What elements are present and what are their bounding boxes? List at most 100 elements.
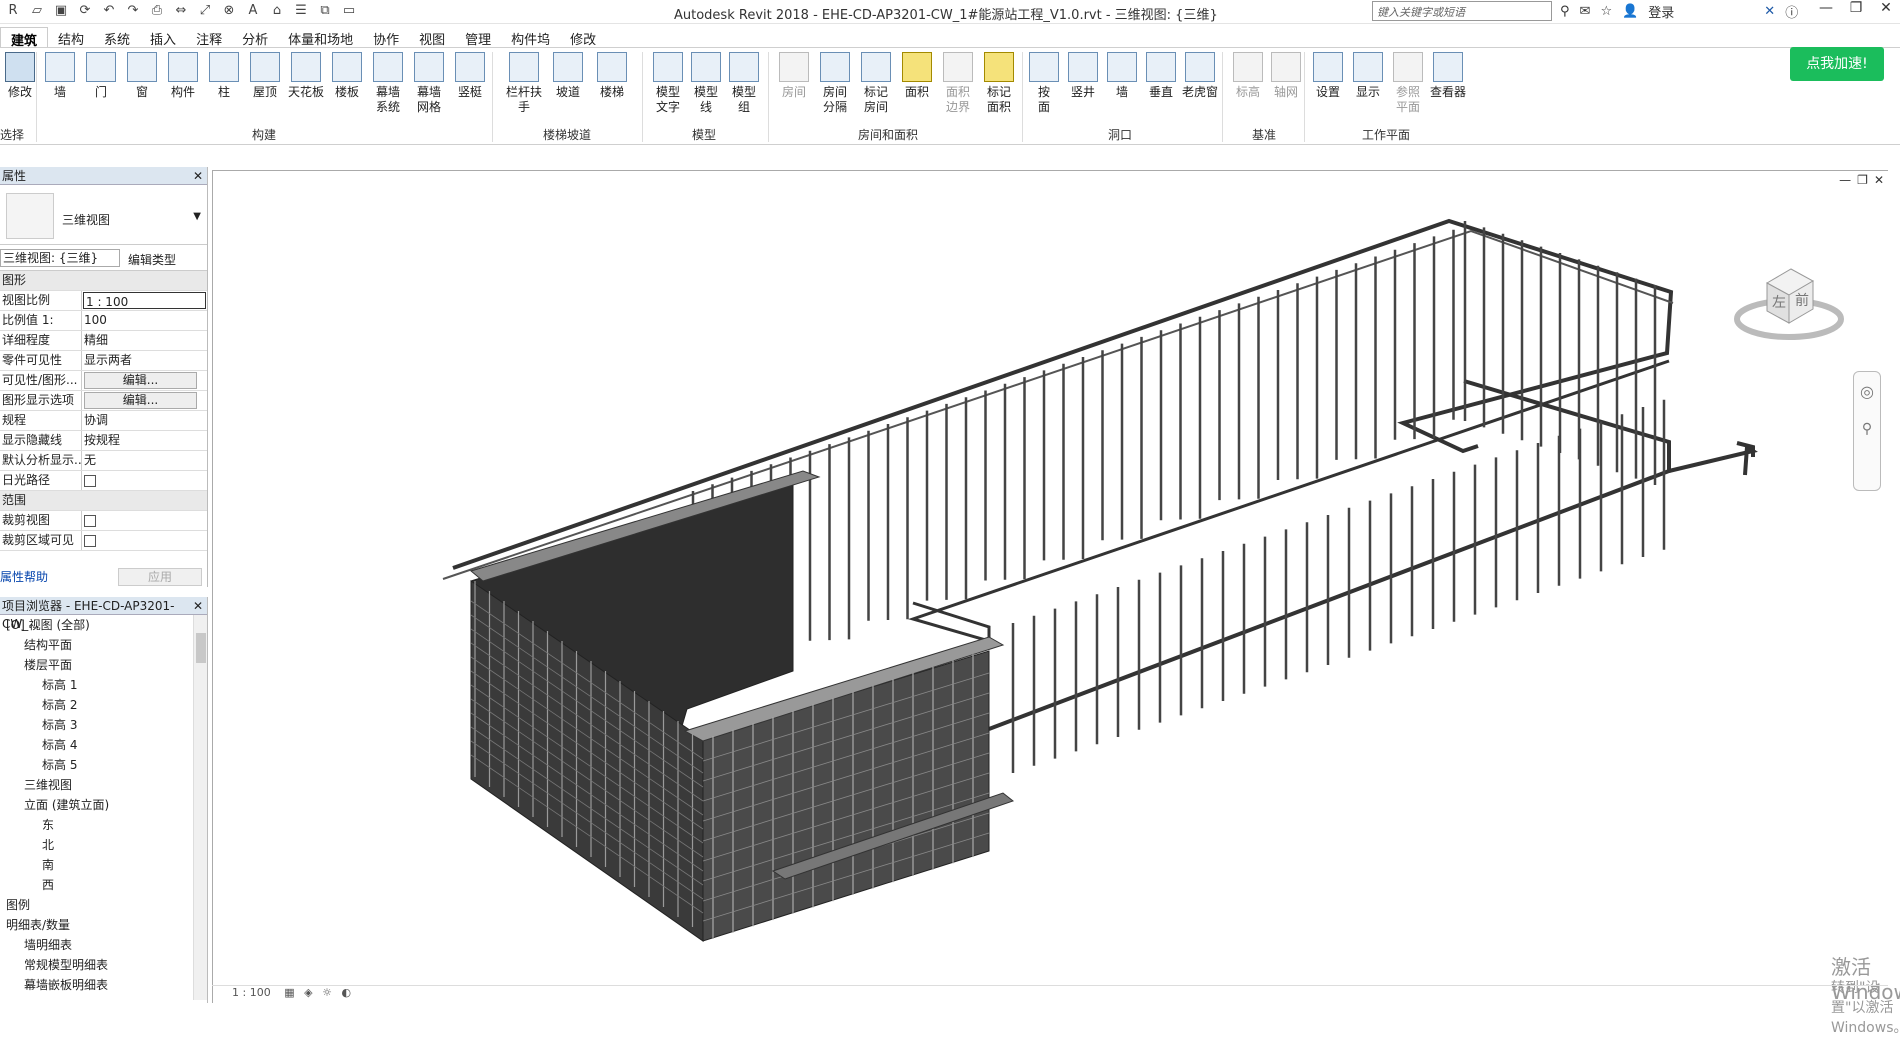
properties-help-link[interactable]: 属性帮助: [0, 567, 48, 587]
navigation-bar[interactable]: ◎ ⚲: [1853, 371, 1881, 491]
datum-tool-0[interactable]: 标高: [1228, 52, 1268, 100]
browser-item[interactable]: 标高 1: [0, 675, 207, 695]
browser-item[interactable]: 标高 2: [0, 695, 207, 715]
property-value[interactable]: [82, 511, 207, 530]
browser-item[interactable]: 标高 4: [0, 735, 207, 755]
browser-item[interactable]: 标高 3: [0, 715, 207, 735]
build-tool-4[interactable]: 柱: [204, 52, 244, 100]
tab-0[interactable]: 建筑: [0, 27, 49, 49]
dimension-icon[interactable]: ⤢: [196, 2, 214, 20]
open-icon[interactable]: ▱: [28, 2, 46, 20]
browser-item[interactable]: 幕墙嵌板明细表: [0, 975, 207, 995]
build-tool-8[interactable]: 幕墙 系统: [368, 52, 408, 115]
scroll-thumb[interactable]: [196, 633, 206, 663]
scale-readout[interactable]: 1 : 100: [232, 986, 271, 999]
sync-icon[interactable]: ⟳: [76, 2, 94, 20]
minimize-icon[interactable]: —: [1816, 0, 1836, 16]
redo-icon[interactable]: ↷: [124, 2, 142, 20]
sun-path-icon[interactable]: ☼: [322, 986, 332, 999]
property-section-header[interactable]: 图形: [0, 271, 207, 291]
close-icon[interactable]: ✕: [1876, 0, 1896, 16]
steering-wheel-icon[interactable]: ◎: [1854, 382, 1880, 401]
tab-8[interactable]: 视图: [409, 27, 455, 48]
browser-item[interactable]: 楼层平面: [0, 655, 207, 675]
tab-1[interactable]: 结构: [48, 27, 94, 48]
binoculars-icon[interactable]: ⚲: [1560, 4, 1570, 19]
edit-button[interactable]: 编辑...: [84, 392, 197, 409]
build-tool-9[interactable]: 幕墙 网格: [409, 52, 449, 115]
apply-button[interactable]: 应用: [118, 568, 202, 586]
browser-item[interactable]: 北: [0, 835, 207, 855]
browser-item[interactable]: 三维视图: [0, 775, 207, 795]
close-icon[interactable]: ✕: [193, 167, 203, 185]
tab-3[interactable]: 插入: [140, 27, 186, 48]
checkbox[interactable]: [84, 474, 96, 487]
edit-type-button[interactable]: 编辑类型: [128, 251, 176, 268]
datum-tool-1[interactable]: 轴网: [1266, 52, 1306, 100]
room-group-label[interactable]: 房间和面积: [858, 126, 918, 143]
stair-tool-1[interactable]: 坡道: [548, 52, 588, 100]
tab-4[interactable]: 注释: [186, 27, 232, 48]
user-icon[interactable]: 👤: [1622, 4, 1638, 19]
build-tool-10[interactable]: 竖梃: [450, 52, 490, 100]
restore-icon[interactable]: ❐: [1846, 0, 1866, 16]
autodesk-x-icon[interactable]: ✕: [1764, 4, 1775, 19]
property-value[interactable]: [82, 471, 207, 490]
edit-button[interactable]: 编辑...: [84, 372, 197, 389]
opening-tool-0[interactable]: 按 面: [1024, 52, 1064, 115]
model-tool-1[interactable]: 模型 线: [686, 52, 726, 115]
detail-level-icon[interactable]: ▦: [284, 986, 294, 999]
browser-item[interactable]: 立面 (建筑立面): [0, 795, 207, 815]
select-group-label[interactable]: 选择: [0, 126, 24, 143]
visual-style-icon[interactable]: ◈: [304, 986, 312, 999]
browser-item[interactable]: 结构平面: [0, 635, 207, 655]
chevron-down-icon[interactable]: ▼: [193, 211, 201, 222]
stair-tool-2[interactable]: 楼梯: [592, 52, 632, 100]
3d-view-icon[interactable]: ⌂: [268, 2, 286, 20]
wp-tool-1[interactable]: 显示: [1348, 52, 1388, 100]
build-tool-2[interactable]: 窗: [122, 52, 162, 100]
shadows-icon[interactable]: ◐: [341, 986, 351, 999]
build-tool-0[interactable]: 墙: [40, 52, 80, 100]
opening-tool-3[interactable]: 垂直: [1141, 52, 1181, 100]
tab-2[interactable]: 系统: [94, 27, 140, 48]
room-tool-5[interactable]: 标记 面积: [979, 52, 1019, 115]
wp-tool-3[interactable]: 查看器: [1428, 52, 1468, 100]
tab-9[interactable]: 管理: [455, 27, 501, 48]
property-value[interactable]: 编辑...: [82, 391, 207, 410]
room-tool-1[interactable]: 房间 分隔: [815, 52, 855, 115]
tab-10[interactable]: 构件坞: [501, 27, 560, 48]
close-icon[interactable]: ✕: [193, 597, 203, 615]
tab-7[interactable]: 协作: [363, 27, 409, 48]
help-icon[interactable]: ⓘ: [1785, 2, 1798, 21]
room-tool-3[interactable]: 面积: [897, 52, 937, 100]
build-tool-7[interactable]: 楼板: [327, 52, 367, 100]
build-tool-6[interactable]: 天花板: [286, 52, 326, 100]
property-value[interactable]: 1 : 100: [83, 292, 206, 309]
switch-windows-icon[interactable]: ▭: [340, 2, 358, 20]
view-selector[interactable]: 三维视图: {三维}: [0, 249, 120, 267]
login-link[interactable]: 登录: [1648, 2, 1674, 21]
build-tool-1[interactable]: 门: [81, 52, 121, 100]
browser-item[interactable]: 标高 5: [0, 755, 207, 775]
opening-tool-1[interactable]: 竖井: [1063, 52, 1103, 100]
zoom-icon[interactable]: ⚲: [1854, 421, 1880, 437]
model-tool-2[interactable]: 模型 组: [724, 52, 764, 115]
browser-item[interactable]: 南: [0, 855, 207, 875]
browser-item[interactable]: 常规模型明细表: [0, 955, 207, 975]
search-input[interactable]: 键入关键字或短语: [1372, 1, 1552, 21]
3d-view-canvas[interactable]: — ❐ ✕ 左 前 ◎ ⚲ 激活 Windows 转到"设置"以激活 Windo…: [212, 170, 1900, 1036]
tag-icon[interactable]: ⊗: [220, 2, 238, 20]
browser-item[interactable]: 西: [0, 875, 207, 895]
undo-icon[interactable]: ↶: [100, 2, 118, 20]
revit-app-icon[interactable]: R: [4, 2, 22, 20]
build-tool-5[interactable]: 屋顶: [245, 52, 285, 100]
opening-tool-2[interactable]: 墙: [1102, 52, 1142, 100]
speedup-button[interactable]: 点我加速!: [1790, 47, 1884, 81]
room-tool-4[interactable]: 面积 边界: [938, 52, 978, 115]
browser-item[interactable]: 墙明细表: [0, 935, 207, 955]
stair-tool-0[interactable]: 栏杆扶手: [504, 52, 544, 115]
modify-tool[interactable]: 修改: [0, 52, 40, 100]
checkbox[interactable]: [84, 514, 96, 527]
browser-item[interactable]: 东: [0, 815, 207, 835]
